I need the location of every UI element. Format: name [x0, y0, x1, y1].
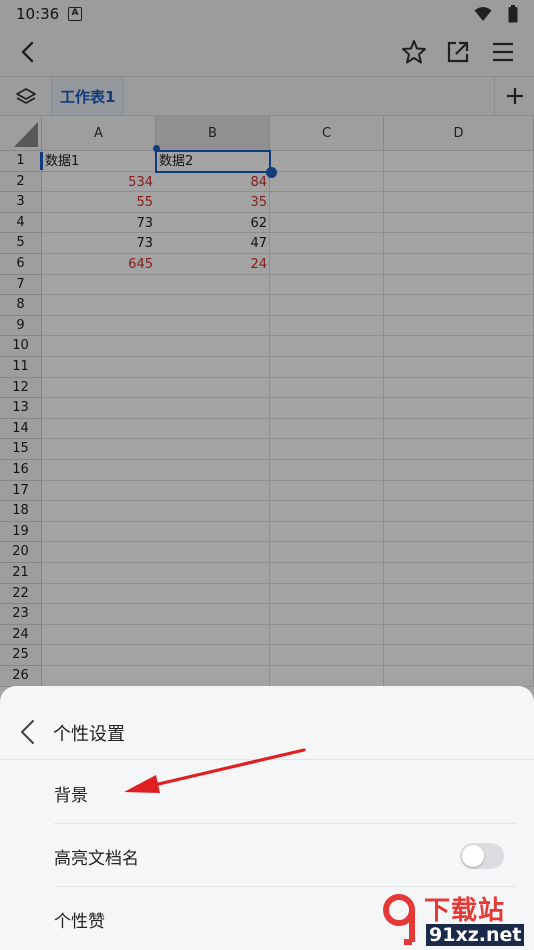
watermark: 下载站 91xz.net: [380, 888, 530, 950]
setting-label: 高亮文档名: [54, 849, 139, 869]
sheet-header: 个性设置: [0, 686, 534, 760]
toggle-knob: [462, 845, 484, 867]
highlight-doc-name-toggle[interactable]: [460, 843, 504, 869]
back-chevron-icon[interactable]: [18, 719, 38, 745]
watermark-top-text: 下载站: [424, 896, 506, 926]
watermark-bottom-text: 91xz.net: [426, 924, 525, 946]
sheet-title: 个性设置: [53, 724, 125, 745]
setting-label: 个性赞: [54, 912, 105, 932]
watermark-logo-icon: [383, 894, 415, 945]
setting-item-highlight-doc-name[interactable]: 高亮文档名: [54, 824, 516, 887]
setting-item-background[interactable]: 背景: [54, 761, 516, 824]
setting-label: 背景: [54, 786, 88, 806]
